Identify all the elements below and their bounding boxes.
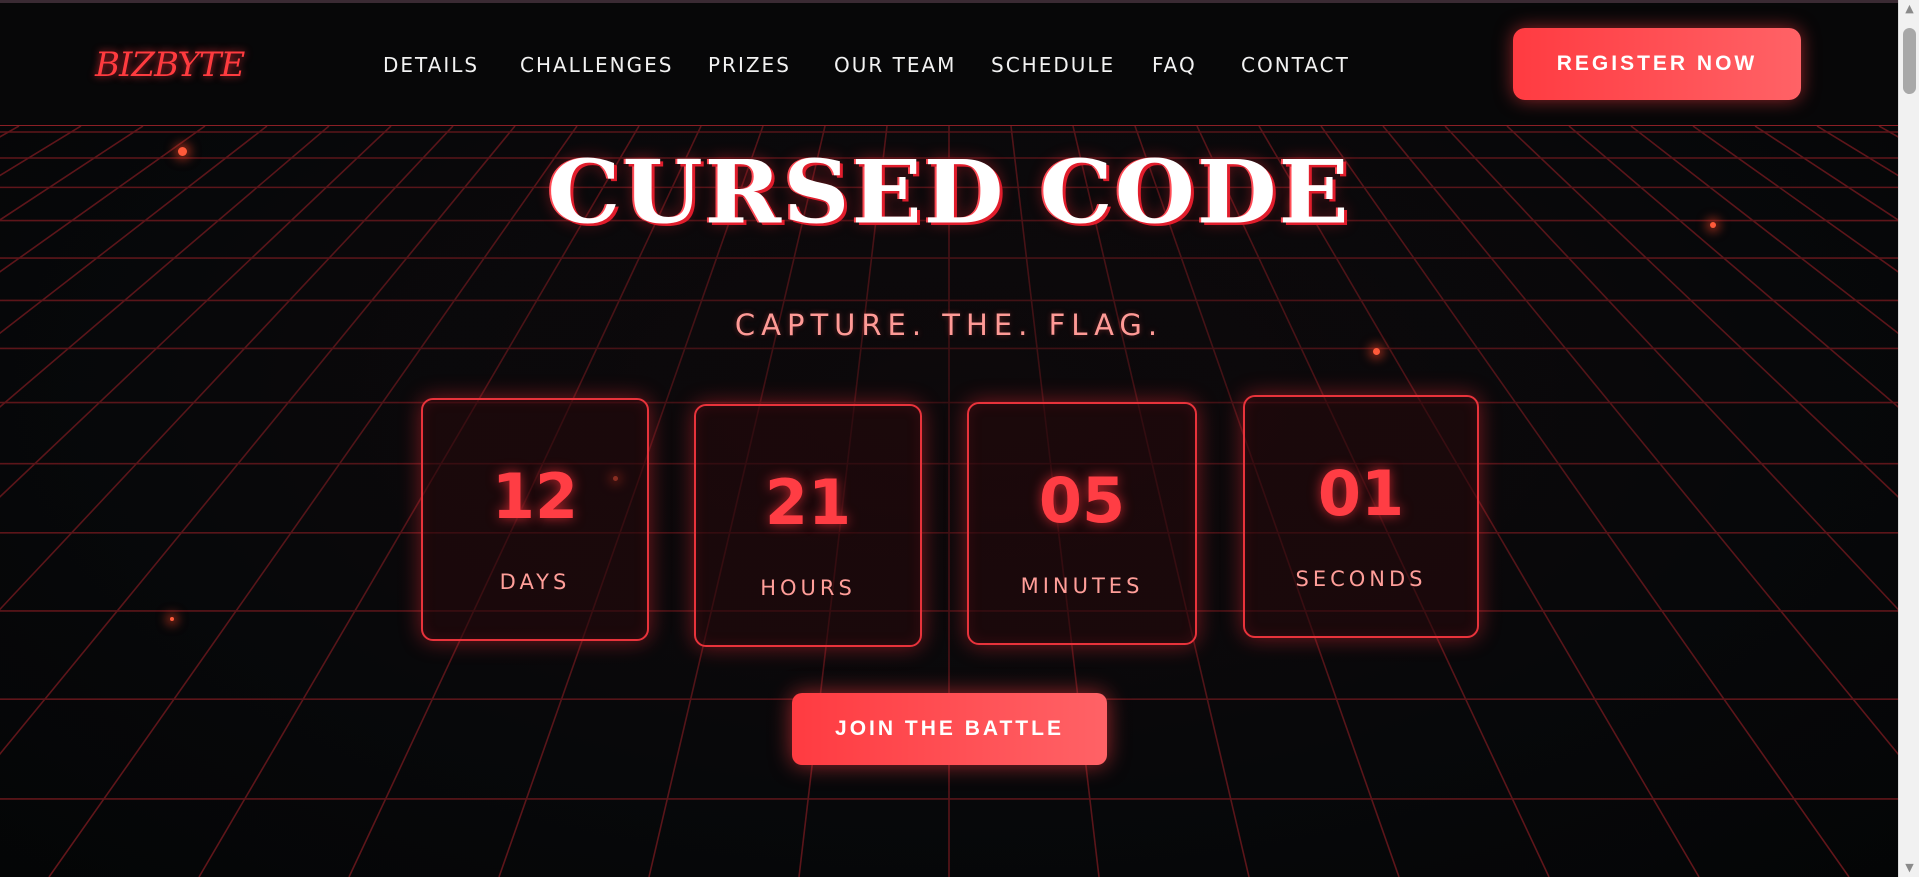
- countdown-minutes: 05 MINUTES: [967, 402, 1197, 645]
- nav-link-contact[interactable]: CONTACT: [1241, 53, 1350, 77]
- scroll-up-arrow-icon[interactable]: ▲: [1899, 0, 1919, 18]
- countdown-seconds-label: SECONDS: [1295, 567, 1427, 591]
- hero-subtitle: CAPTURE. THE. FLAG.: [734, 308, 1164, 342]
- page: BIZBYTE DETAILS CHALLENGES PRIZES OUR TE…: [0, 0, 1919, 877]
- navbar: BIZBYTE DETAILS CHALLENGES PRIZES OUR TE…: [0, 3, 1898, 126]
- countdown-seconds-value: 01: [1317, 457, 1405, 530]
- nav-link-faq[interactable]: FAQ: [1152, 53, 1197, 77]
- hero-title: CURSED CODE: [547, 140, 1351, 244]
- countdown-hours: 21 HOURS: [694, 404, 922, 647]
- register-now-button[interactable]: REGISTER NOW: [1513, 28, 1801, 100]
- countdown-seconds: 01 SECONDS: [1243, 395, 1479, 638]
- brand-logo[interactable]: BIZBYTE: [95, 45, 245, 85]
- countdown-days: 12 DAYS: [421, 398, 649, 641]
- scrollbar-thumb[interactable]: [1903, 28, 1916, 94]
- countdown-minutes-value: 05: [1038, 464, 1126, 537]
- nav-link-schedule[interactable]: SCHEDULE: [991, 53, 1115, 77]
- join-the-battle-button[interactable]: JOIN THE BATTLE: [792, 693, 1107, 765]
- glow-particle: [1373, 348, 1380, 355]
- countdown-hours-value: 21: [764, 466, 852, 539]
- countdown-minutes-label: MINUTES: [1020, 574, 1144, 598]
- countdown-days-value: 12: [491, 460, 579, 533]
- countdown-days-label: DAYS: [499, 570, 571, 594]
- nav-link-challenges[interactable]: CHALLENGES: [520, 53, 673, 77]
- glow-particle: [170, 617, 174, 621]
- nav-link-our-team[interactable]: OUR TEAM: [834, 53, 956, 77]
- nav-link-prizes[interactable]: PRIZES: [708, 53, 791, 77]
- scroll-down-arrow-icon[interactable]: ▼: [1899, 859, 1919, 877]
- countdown-hours-label: HOURS: [760, 576, 856, 600]
- vertical-scrollbar[interactable]: ▲ ▼: [1898, 0, 1919, 877]
- nav-link-details[interactable]: DETAILS: [383, 53, 479, 77]
